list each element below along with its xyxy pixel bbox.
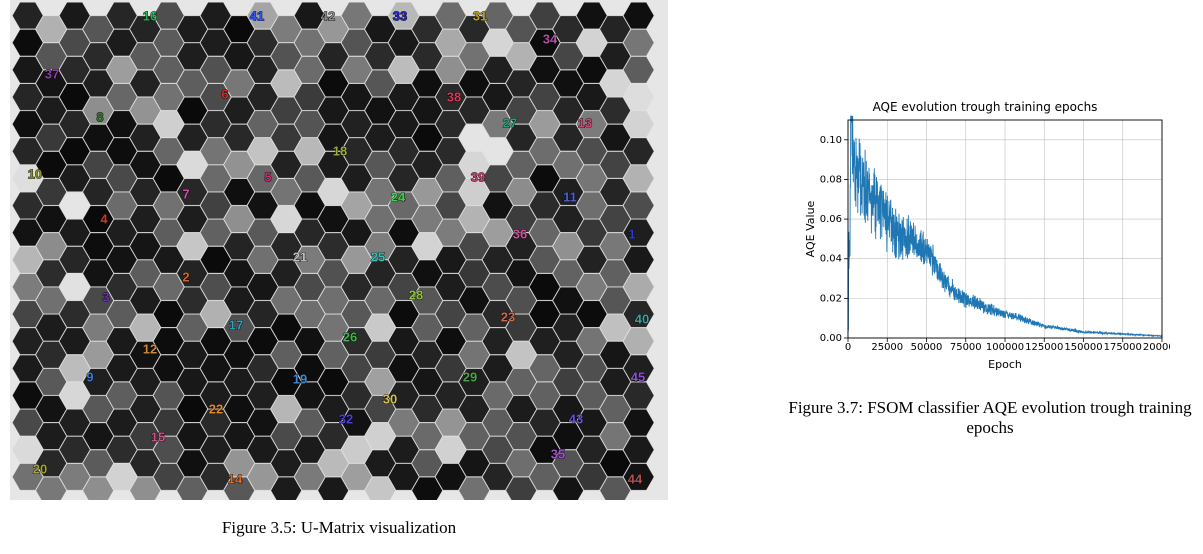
umatrix-caption: Figure 3.5: U-Matrix visualization [10,518,668,538]
aqe-caption: Figure 3.7: FSOM classifier AQE evolutio… [780,398,1200,438]
umatrix-plot: 1641423331343763882713181053972411436121… [10,0,668,500]
x-tick-label: 25000 [871,342,903,353]
umatrix-label: 22 [209,401,223,416]
umatrix-figure: 1641423331343763882713181053972411436121… [10,0,668,538]
x-tick-label: 125000 [1025,342,1063,353]
y-tick-label: 0.02 [820,293,842,304]
umatrix-label: 19 [293,371,307,386]
umatrix-label: 17 [229,317,243,332]
umatrix-label: 41 [250,8,264,23]
umatrix-label: 29 [463,369,477,384]
umatrix-label: 23 [501,309,515,324]
umatrix-label: 7 [182,186,189,201]
umatrix-label: 39 [471,169,485,184]
umatrix-label: 18 [333,143,347,158]
x-tick-label: 0 [845,342,851,353]
aqe-chart-title: AQE evolution trough training epochs [800,100,1170,114]
umatrix-label: 24 [391,189,406,204]
umatrix-label: 10 [28,166,42,181]
umatrix-label: 25 [371,249,385,264]
umatrix-label: 38 [447,89,461,104]
umatrix-label: 45 [631,369,645,384]
umatrix-label: 3 [102,289,109,304]
umatrix-label: 44 [628,471,643,486]
umatrix-label: 4 [100,211,108,226]
umatrix-label: 40 [635,311,649,326]
umatrix-label: 6 [221,86,228,101]
umatrix-label: 37 [45,66,59,81]
umatrix-label: 33 [393,8,407,23]
umatrix-label: 14 [228,471,243,486]
y-axis-label: AQE Value [804,200,817,257]
x-tick-label: 150000 [1064,342,1102,353]
y-tick-label: 0.08 [820,174,842,185]
umatrix-label: 32 [339,411,353,426]
umatrix-label: 21 [293,249,307,264]
y-tick-label: 0.06 [820,214,842,225]
y-tick-label: 0.10 [820,135,842,146]
umatrix-label: 13 [578,115,592,130]
umatrix-label: 43 [569,411,583,426]
umatrix-label: 34 [543,31,558,46]
umatrix-label: 2 [182,269,189,284]
umatrix-label: 11 [563,189,577,204]
y-tick-label: 0.04 [820,254,842,265]
x-tick-label: 50000 [911,342,943,353]
umatrix-label: 16 [143,8,157,23]
umatrix-label: 5 [264,169,271,184]
umatrix-label: 42 [321,8,335,23]
x-tick-label: 100000 [986,342,1024,353]
x-tick-label: 175000 [1104,342,1142,353]
aqe-chart: AQE evolution trough training epochs 0 25… [800,100,1170,380]
umatrix-label: 26 [343,329,357,344]
umatrix-label: 1 [628,226,635,241]
y-tick-label: 0.00 [820,333,842,344]
umatrix-label: 36 [513,226,527,241]
aqe-svg: 0 25000 50000 75000 100000125000150000175000… [800,114,1170,374]
x-axis-label: Epoch [988,358,1022,371]
aqe-figure: AQE evolution trough training epochs 0 25… [780,100,1200,438]
umatrix-label: 12 [143,341,157,356]
umatrix-label: 27 [503,115,517,130]
umatrix-label: 31 [473,8,487,23]
umatrix-label: 8 [96,109,103,124]
figure-page: 1641423331343763882713181053972411436121… [0,0,1203,554]
umatrix-label: 20 [33,461,47,476]
umatrix-label: 9 [86,369,93,384]
umatrix-label: 28 [409,287,423,302]
x-tick-label: 200000 [1143,342,1170,353]
umatrix-label: 15 [151,429,165,444]
umatrix-label: 30 [383,391,397,406]
umatrix-label: 35 [551,446,565,461]
x-tick-label: 75000 [950,342,982,353]
umatrix-svg: 1641423331343763882713181053972411436121… [10,0,668,500]
